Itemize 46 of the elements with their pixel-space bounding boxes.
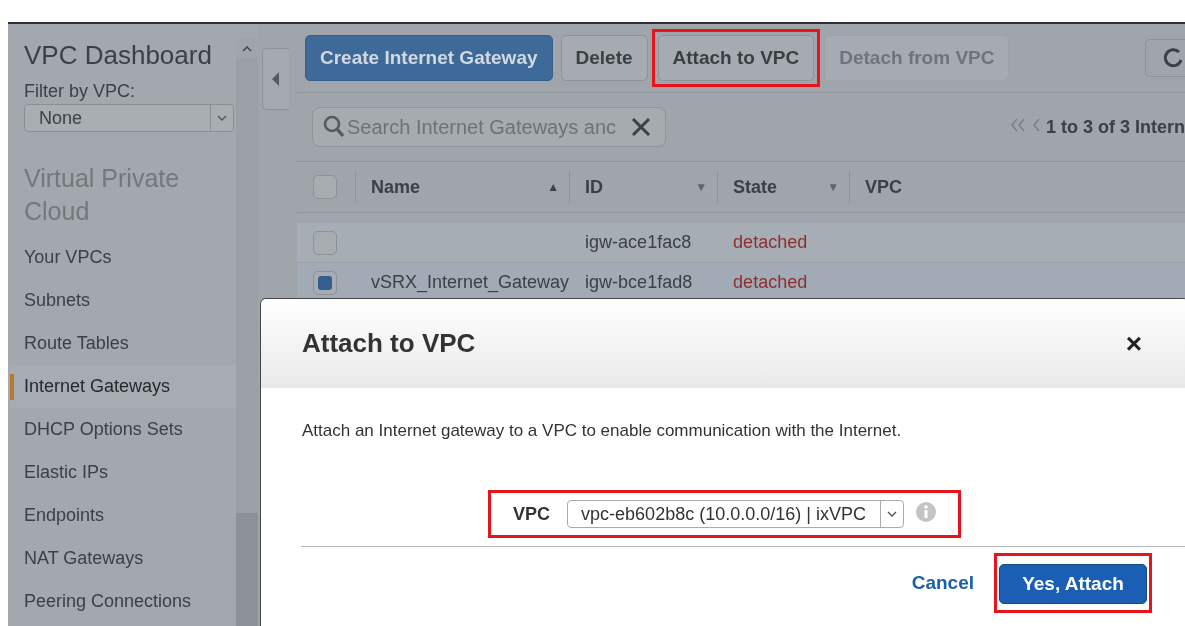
row-checkbox[interactable] bbox=[313, 270, 337, 295]
vpc-label: VPC bbox=[513, 503, 551, 525]
select-all-checkbox[interactable] bbox=[313, 175, 337, 199]
scroll-up-icon[interactable] bbox=[242, 45, 252, 52]
refresh-icon bbox=[1163, 47, 1183, 69]
pagination-text: 1 to 3 of 3 Intern bbox=[1045, 116, 1185, 138]
vpc-filter-dropdown[interactable]: None bbox=[24, 104, 234, 132]
table-cell: vSRX_Internet_Gateway bbox=[371, 272, 570, 292]
table-cell: detached bbox=[733, 272, 808, 292]
toolbar-button[interactable]: Delete bbox=[560, 35, 648, 81]
sort-icon[interactable]: ▲ bbox=[547, 180, 560, 194]
sidebar-item[interactable]: Your VPCs bbox=[10, 236, 236, 279]
dialog-description: Attach an Internet gateway to a VPC to enable communication with the Internet. bbox=[302, 421, 903, 441]
confirm-button[interactable]: Yes, Attach bbox=[999, 564, 1147, 604]
sidebar-title: VPC Dashboard bbox=[24, 40, 213, 71]
row-checkbox[interactable] bbox=[313, 230, 337, 255]
sidebar-item[interactable]: Subnets bbox=[10, 279, 236, 322]
table-cell: igw-ace1fac8 bbox=[585, 232, 692, 252]
column-header[interactable]: VPC bbox=[865, 176, 903, 198]
toolbar-button[interactable]: Attach to VPC bbox=[657, 35, 815, 81]
toolbar-button[interactable]: Create Internet Gateway bbox=[305, 35, 553, 81]
sidebar-item[interactable]: Elastic IPs bbox=[10, 451, 236, 494]
sort-icon[interactable]: ▼ bbox=[695, 180, 708, 194]
refresh-button[interactable] bbox=[1145, 39, 1185, 77]
vpc-dropdown[interactable]: vpc-eb602b8c (10.0.0.0/16) | ixVPC bbox=[567, 500, 904, 528]
column-header[interactable]: Name bbox=[371, 176, 421, 198]
search-field[interactable]: Search Internet Gateways anc bbox=[312, 107, 666, 147]
table-cell: igw-bce1fad8 bbox=[585, 272, 693, 292]
sidebar-item[interactable]: Route Tables bbox=[10, 322, 236, 365]
table-cell: detached bbox=[733, 232, 808, 252]
sort-icon[interactable]: ▼ bbox=[827, 180, 840, 194]
sidebar-item[interactable]: Internet Gateways bbox=[10, 365, 236, 408]
clear-icon[interactable] bbox=[631, 117, 651, 137]
search-icon bbox=[323, 115, 345, 139]
sidebar-item[interactable]: Peering Connections bbox=[10, 580, 236, 623]
collapse-sidebar-tab[interactable] bbox=[262, 48, 289, 110]
dialog-title: Attach to VPC bbox=[302, 328, 476, 359]
cancel-link[interactable]: Cancel bbox=[911, 572, 974, 594]
sidebar-item[interactable]: DHCP Options Sets bbox=[10, 408, 236, 451]
sidebar-item[interactable]: NAT Gateways bbox=[10, 537, 236, 580]
filter-label: Filter by VPC: bbox=[24, 81, 137, 102]
sidebar-item[interactable]: Endpoints bbox=[10, 494, 236, 537]
triangle-left-icon bbox=[272, 72, 280, 86]
column-header[interactable]: State bbox=[733, 176, 778, 198]
close-button[interactable]: × bbox=[1125, 327, 1142, 360]
column-header[interactable]: ID bbox=[585, 176, 604, 198]
